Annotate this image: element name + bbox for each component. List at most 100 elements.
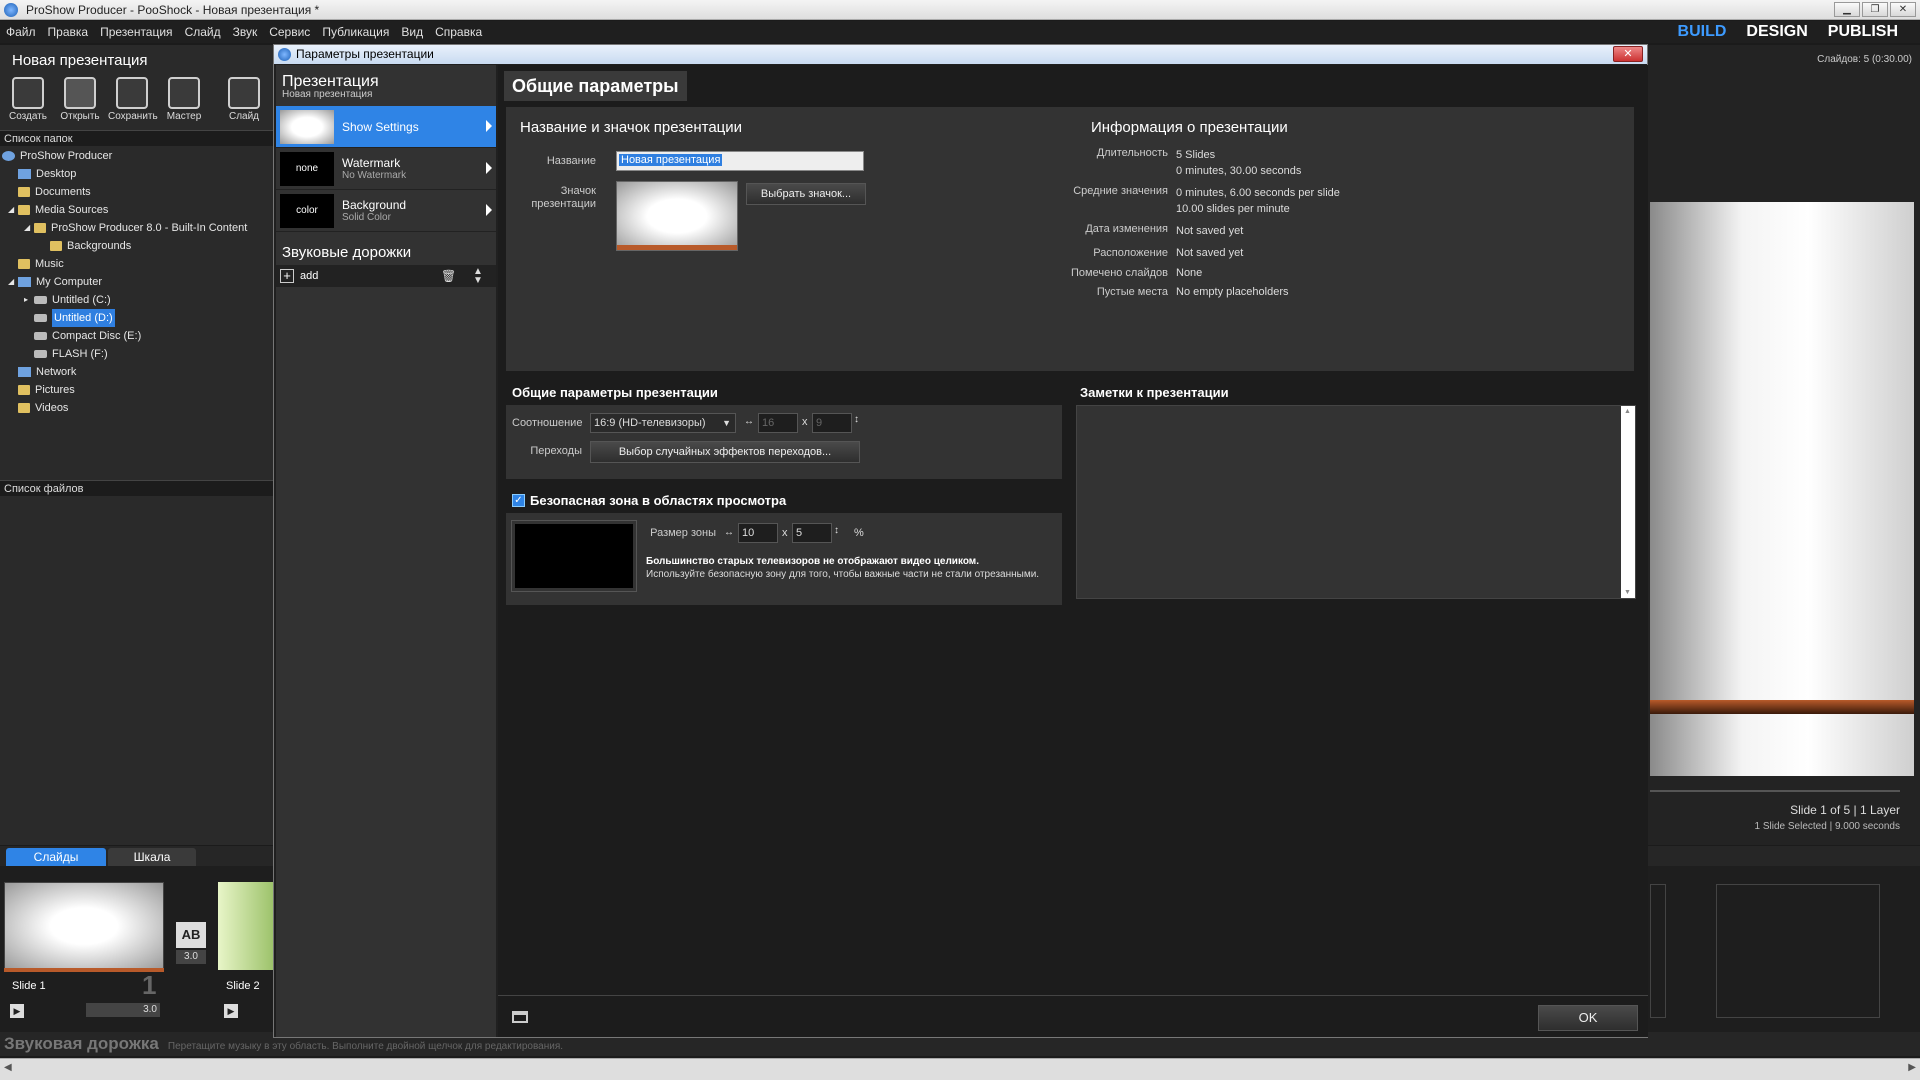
slide-1-duration[interactable]: 3.0	[86, 1003, 160, 1017]
ratio-height-input[interactable]: 9	[812, 413, 852, 433]
menu-view[interactable]: Вид	[395, 21, 429, 43]
scroll-up-icon[interactable]: ▲	[1624, 408, 1631, 415]
mode-publish[interactable]: PUBLISH	[1828, 23, 1898, 41]
tree-item-drive-e[interactable]: Compact Disc (E:)	[2, 327, 272, 345]
add-icon[interactable]: +	[280, 269, 294, 283]
tree-item-music[interactable]: Music	[2, 255, 272, 273]
slide-1-thumbnail[interactable]	[4, 882, 164, 970]
slide-2-name[interactable]: Slide 2	[226, 980, 260, 992]
width-arrows-icon: ↔	[744, 416, 754, 427]
tree-item-drive-d[interactable]: Untitled (D:)	[2, 309, 272, 327]
file-list[interactable]: Список файлов	[0, 480, 273, 820]
expand-arrow-icon[interactable]: ◢	[8, 273, 18, 291]
show-name-input[interactable]: Новая презентация	[616, 151, 864, 171]
ratio-select[interactable]: 16:9 (HD-телевизоры) ▼	[590, 413, 736, 433]
folder-open-icon	[64, 77, 96, 109]
collapse-arrow-icon[interactable]: ▸	[24, 291, 34, 309]
info-value: Not saved yet	[1176, 247, 1244, 259]
info-list: Длительность 5 Slides 0 minutes, 30.00 s…	[1066, 147, 1606, 298]
tree-item-documents[interactable]: Documents	[2, 183, 272, 201]
empty-slide-slot[interactable]	[1650, 884, 1666, 1018]
nav-show-settings[interactable]: Show Settings	[276, 106, 496, 148]
menu-help[interactable]: Справка	[429, 21, 488, 43]
tree-item-videos[interactable]: Videos	[2, 399, 272, 417]
tree-item-desktop[interactable]: Desktop	[2, 165, 272, 183]
tree-item-proshow[interactable]: ProShow Producer	[2, 147, 272, 165]
tree-item-network[interactable]: Network	[2, 363, 272, 381]
nav-background-label: Background	[342, 198, 407, 212]
new-button[interactable]: Создать	[4, 77, 52, 127]
info-line: 0 minutes, 30.00 seconds	[1176, 165, 1302, 177]
mode-design[interactable]: DESIGN	[1746, 23, 1807, 41]
expand-arrow-icon[interactable]: ◢	[8, 201, 18, 219]
menu-file[interactable]: Файл	[0, 21, 42, 43]
maximize-button[interactable]: ❐	[1862, 2, 1888, 17]
expand-arrow-icon[interactable]: ◢	[24, 219, 34, 237]
transition-icon[interactable]: AB	[176, 922, 206, 948]
mode-build[interactable]: BUILD	[1678, 23, 1727, 41]
tree-item-backgrounds[interactable]: Backgrounds	[2, 237, 272, 255]
menu-edit[interactable]: Правка	[42, 21, 95, 43]
tree-item-pictures[interactable]: Pictures	[2, 381, 272, 399]
menu-publish[interactable]: Публикация	[316, 21, 395, 43]
menu-show[interactable]: Презентация	[94, 21, 179, 43]
general-settings-box: Соотношение 16:9 (HD-телевизоры) ▼ ↔ 16 …	[506, 405, 1062, 479]
reorder-arrows-icon[interactable]: ▲ ▼	[473, 267, 483, 286]
horizontal-scrollbar[interactable]: ◀ ▶	[0, 1058, 1920, 1080]
safe-zone-text-1: Большинство старых телевизоров не отобра…	[646, 556, 979, 567]
zone-height-input[interactable]: 5	[792, 523, 832, 543]
ratio-width-input[interactable]: 16	[758, 413, 798, 433]
dialog-titlebar: Параметры презентации ✕	[274, 45, 1647, 64]
scroll-right-icon[interactable]: ▶	[1908, 1062, 1916, 1073]
nav-background[interactable]: color Background Solid Color	[276, 190, 496, 232]
safe-zone-label: Безопасная зона в областях просмотра	[530, 493, 787, 508]
tree-item-my-computer[interactable]: ◢ My Computer	[2, 273, 272, 291]
safe-zone-checkbox[interactable]: ✓	[512, 494, 525, 507]
tree-item-drive-c[interactable]: ▸ Untitled (C:)	[2, 291, 272, 309]
tree-label: Documents	[35, 186, 91, 198]
tree-label: Untitled (C:)	[52, 294, 111, 306]
play-icon[interactable]: ▶	[224, 1004, 238, 1018]
trash-icon[interactable]: 🗑	[441, 269, 456, 283]
scroll-left-icon[interactable]: ◀	[4, 1062, 12, 1073]
scroll-down-icon[interactable]: ▼	[1624, 589, 1631, 596]
open-button[interactable]: Открыть	[56, 77, 104, 127]
notes-scrollbar[interactable]: ▲ ▼	[1621, 406, 1635, 598]
folder-icon	[18, 205, 30, 215]
tab-slides[interactable]: Слайды	[6, 848, 106, 866]
dialog-close-button[interactable]: ✕	[1613, 46, 1643, 62]
play-icon[interactable]: ▶	[10, 1004, 24, 1018]
ok-button[interactable]: OK	[1538, 1005, 1638, 1031]
window-icon[interactable]	[512, 1011, 528, 1023]
tree-label: ProShow Producer	[20, 150, 113, 162]
menu-audio[interactable]: Звук	[227, 21, 264, 43]
save-button[interactable]: Сохранить	[108, 77, 158, 127]
new-show-icon	[12, 77, 44, 109]
dialog-title: Параметры презентации	[296, 47, 434, 61]
nav-watermark-label: Watermark	[342, 156, 401, 170]
tree-label: Pictures	[35, 384, 75, 396]
slide-1-name[interactable]: Slide 1	[12, 980, 46, 992]
close-button[interactable]: ✕	[1890, 2, 1916, 17]
notes-textarea[interactable]: ▲ ▼	[1076, 405, 1636, 599]
wizard-button[interactable]: Мастер	[160, 77, 208, 127]
folder-icon	[34, 223, 46, 233]
slide-2-thumbnail[interactable]	[218, 882, 274, 970]
transition-duration[interactable]: 3.0	[176, 950, 206, 964]
tree-item-media-sources[interactable]: ◢ Media Sources	[2, 201, 272, 219]
empty-slide-slot[interactable]	[1716, 884, 1880, 1018]
tab-timeline[interactable]: Шкала	[108, 848, 196, 866]
nav-watermark[interactable]: none Watermark No Watermark	[276, 148, 496, 190]
preview-scrubber[interactable]	[1650, 790, 1900, 792]
menu-slide[interactable]: Слайд	[179, 21, 227, 43]
info-line: 0 minutes, 6.00 seconds per slide	[1176, 187, 1340, 199]
add-soundtrack-label[interactable]: add	[300, 270, 318, 282]
add-slide-button[interactable]: Слайд	[220, 77, 268, 127]
random-transitions-button[interactable]: Выбор случайных эффектов переходов...	[590, 441, 860, 463]
tree-item-builtin-content[interactable]: ◢ ProShow Producer 8.0 - Built-In Content	[2, 219, 272, 237]
minimize-button[interactable]: ▁	[1834, 2, 1860, 17]
choose-icon-button[interactable]: Выбрать значок...	[746, 183, 866, 205]
menu-tools[interactable]: Сервис	[263, 21, 316, 43]
tree-item-drive-f[interactable]: FLASH (F:)	[2, 345, 272, 363]
zone-width-input[interactable]: 10	[738, 523, 778, 543]
